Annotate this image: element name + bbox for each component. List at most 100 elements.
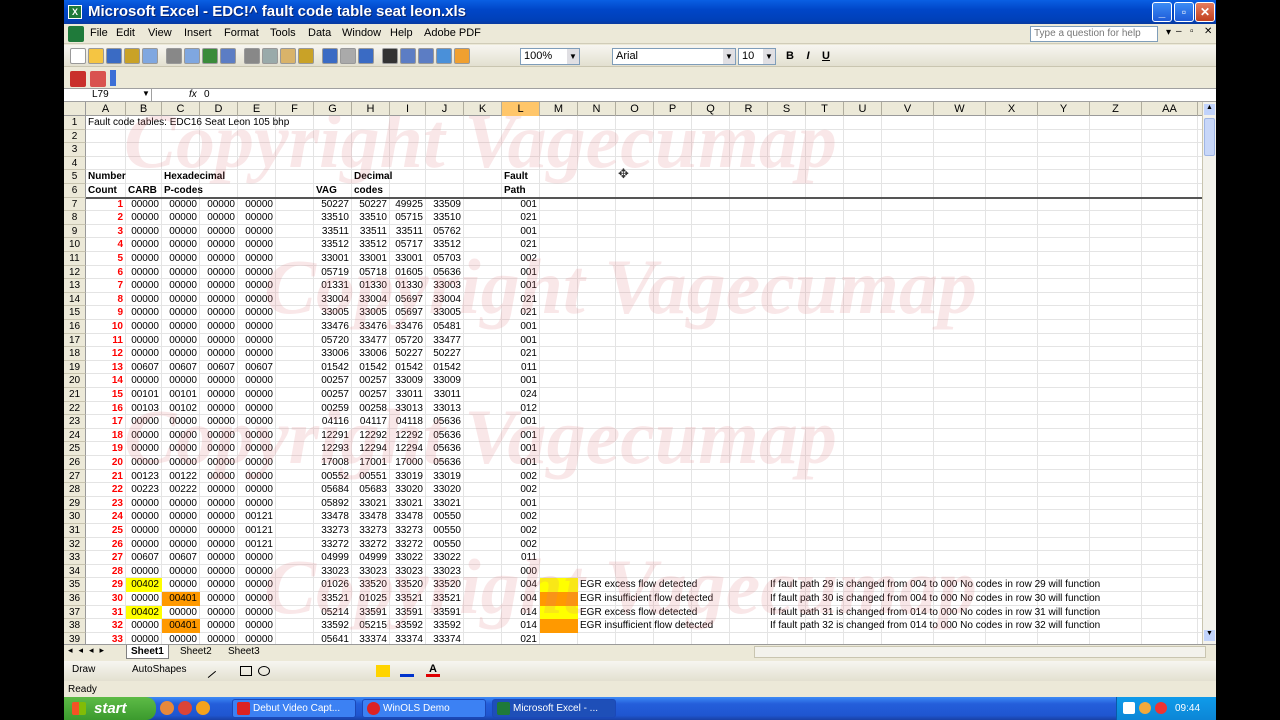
data-cell[interactable]: 00000 bbox=[162, 306, 200, 320]
data-cell[interactable]: 00121 bbox=[238, 538, 276, 552]
data-cell[interactable]: 27 bbox=[86, 551, 126, 565]
data-cell[interactable]: 002 bbox=[502, 538, 540, 552]
note-description[interactable]: EGR excess flow detected bbox=[578, 578, 697, 592]
data-cell[interactable]: 12292 bbox=[390, 429, 426, 443]
data-cell[interactable]: 00000 bbox=[200, 633, 238, 644]
data-cell[interactable]: 002 bbox=[502, 483, 540, 497]
data-cell[interactable]: 33009 bbox=[390, 374, 426, 388]
document-icon[interactable] bbox=[68, 26, 84, 42]
data-cell[interactable]: 001 bbox=[502, 442, 540, 456]
data-cell[interactable]: 00000 bbox=[126, 320, 162, 334]
data-cell[interactable]: 05892 bbox=[314, 497, 352, 511]
data-cell[interactable]: 004 bbox=[502, 592, 540, 606]
data-cell[interactable]: 33478 bbox=[314, 510, 352, 524]
chevron-down-icon[interactable]: ▼ bbox=[763, 49, 775, 64]
header-codes[interactable]: codes bbox=[352, 184, 383, 198]
note-comment[interactable]: If fault path 29 is changed from 004 to … bbox=[768, 578, 1100, 592]
data-cell[interactable]: 00000 bbox=[200, 497, 238, 511]
data-cell[interactable]: 33 bbox=[86, 633, 126, 644]
data-cell[interactable]: 00000 bbox=[200, 252, 238, 266]
header-number[interactable]: Number bbox=[86, 170, 126, 184]
data-cell[interactable]: 00257 bbox=[314, 388, 352, 402]
header-vag[interactable]: VAG bbox=[314, 184, 337, 198]
scroll-thumb[interactable] bbox=[1204, 118, 1215, 156]
data-cell[interactable]: 33521 bbox=[390, 592, 426, 606]
data-cell[interactable]: 00000 bbox=[162, 497, 200, 511]
data-cell[interactable]: 00000 bbox=[126, 429, 162, 443]
menu-help[interactable]: Help bbox=[390, 27, 413, 39]
data-cell[interactable]: 33004 bbox=[426, 293, 464, 307]
data-cell[interactable]: 000 bbox=[502, 565, 540, 579]
data-cell[interactable]: 00000 bbox=[126, 306, 162, 320]
data-cell[interactable]: 18 bbox=[86, 429, 126, 443]
row-header-2[interactable]: 2 bbox=[64, 129, 86, 144]
data-cell[interactable]: 002 bbox=[502, 524, 540, 538]
data-cell[interactable]: 15 bbox=[86, 388, 126, 402]
row-header-11[interactable]: 11 bbox=[64, 252, 86, 266]
print-icon[interactable] bbox=[166, 48, 182, 64]
data-cell[interactable]: 33510 bbox=[352, 211, 390, 225]
data-cell[interactable]: 00000 bbox=[162, 456, 200, 470]
data-cell[interactable]: 05636 bbox=[426, 442, 464, 456]
data-cell[interactable]: 00000 bbox=[126, 347, 162, 361]
row-header-16[interactable]: 16 bbox=[64, 320, 86, 334]
data-cell[interactable]: 00607 bbox=[162, 361, 200, 375]
data-cell[interactable]: 00550 bbox=[426, 538, 464, 552]
data-cell[interactable]: 00000 bbox=[238, 456, 276, 470]
data-cell[interactable]: 00000 bbox=[200, 347, 238, 361]
doc-restore-button[interactable]: ▫ bbox=[1190, 26, 1194, 37]
data-cell[interactable]: 00000 bbox=[200, 334, 238, 348]
data-cell[interactable]: 00000 bbox=[238, 633, 276, 644]
data-cell[interactable]: 00000 bbox=[200, 619, 238, 633]
open-icon[interactable] bbox=[88, 48, 104, 64]
data-cell[interactable]: 01330 bbox=[352, 279, 390, 293]
col-header-c[interactable]: C bbox=[162, 102, 200, 116]
row-header-34[interactable]: 34 bbox=[64, 564, 86, 579]
data-cell[interactable]: 05715 bbox=[390, 211, 426, 225]
data-cell[interactable]: 33510 bbox=[314, 211, 352, 225]
col-header-o[interactable]: O bbox=[616, 102, 654, 116]
zoom-select[interactable]: 100% ▼ bbox=[520, 48, 580, 65]
menu-file[interactable]: File bbox=[90, 27, 108, 39]
data-cell[interactable]: 00000 bbox=[238, 551, 276, 565]
data-cell[interactable]: 33510 bbox=[426, 211, 464, 225]
task-excel[interactable]: Microsoft Excel - ... bbox=[492, 699, 616, 718]
col-header-q[interactable]: Q bbox=[692, 102, 730, 116]
row-header-19[interactable]: 19 bbox=[64, 360, 86, 375]
data-cell[interactable]: 17008 bbox=[314, 456, 352, 470]
data-cell[interactable]: 00000 bbox=[238, 592, 276, 606]
data-cell[interactable]: 13 bbox=[86, 361, 126, 375]
data-cell[interactable]: 33019 bbox=[426, 470, 464, 484]
data-cell[interactable]: 19 bbox=[86, 442, 126, 456]
data-cell[interactable]: 00000 bbox=[200, 415, 238, 429]
network-icon[interactable] bbox=[1123, 702, 1135, 714]
data-cell[interactable]: 33591 bbox=[390, 606, 426, 620]
data-cell[interactable]: 00607 bbox=[162, 551, 200, 565]
line-color-icon[interactable] bbox=[400, 665, 414, 677]
data-cell[interactable]: 05718 bbox=[352, 266, 390, 280]
data-cell[interactable]: 33521 bbox=[314, 592, 352, 606]
data-cell[interactable]: 04999 bbox=[314, 551, 352, 565]
data-cell[interactable]: 00257 bbox=[352, 388, 390, 402]
data-cell[interactable]: 33022 bbox=[390, 551, 426, 565]
data-cell[interactable]: 00000 bbox=[162, 524, 200, 538]
data-cell[interactable]: 00000 bbox=[200, 293, 238, 307]
data-cell[interactable]: 00000 bbox=[126, 456, 162, 470]
data-cell[interactable]: 00000 bbox=[126, 252, 162, 266]
start-button[interactable]: start bbox=[64, 697, 156, 720]
data-cell[interactable]: 00000 bbox=[238, 279, 276, 293]
data-cell[interactable]: 00000 bbox=[200, 306, 238, 320]
data-cell[interactable]: 29 bbox=[86, 578, 126, 592]
horizontal-scrollbar[interactable] bbox=[754, 646, 1206, 658]
data-cell[interactable]: 33004 bbox=[352, 293, 390, 307]
data-cell[interactable]: 24 bbox=[86, 510, 126, 524]
data-cell[interactable]: 33476 bbox=[390, 320, 426, 334]
data-cell[interactable]: 33272 bbox=[352, 538, 390, 552]
data-cell[interactable]: 00000 bbox=[238, 578, 276, 592]
note-comment[interactable]: If fault path 31 is changed from 014 to … bbox=[768, 606, 1100, 620]
data-cell[interactable]: 021 bbox=[502, 293, 540, 307]
data-cell[interactable]: 33021 bbox=[426, 497, 464, 511]
formula-value[interactable]: 0 bbox=[204, 89, 210, 101]
data-cell[interactable]: 3 bbox=[86, 225, 126, 239]
data-cell[interactable]: 00101 bbox=[126, 388, 162, 402]
